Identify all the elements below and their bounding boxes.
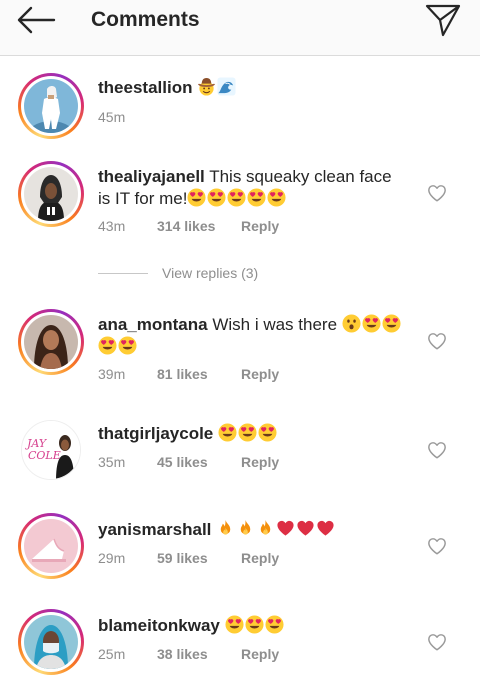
heart-eyes-emoji	[265, 615, 284, 634]
avatar[interactable]: JAY COLE	[21, 420, 81, 480]
heart-eyes-emoji	[238, 423, 257, 442]
heart-outline-icon[interactable]	[427, 537, 447, 555]
comment-username[interactable]: yanismarshall	[98, 520, 211, 539]
paper-plane-icon	[425, 4, 461, 37]
comment-text: Wish i was there	[212, 315, 338, 334]
avatar[interactable]	[18, 309, 84, 375]
emoji-group	[216, 520, 336, 539]
heart-eyes-emoji	[245, 615, 264, 634]
heart-eyes-emoji	[267, 188, 286, 207]
view-replies-label: View replies (3)	[162, 265, 259, 281]
heart-eyes-emoji	[218, 423, 237, 442]
heart-outline-icon[interactable]	[427, 633, 447, 651]
avatar[interactable]	[18, 161, 84, 227]
comment-meta: 35m 45 likes Reply	[98, 454, 279, 470]
comment-likes[interactable]: 59 likes	[157, 550, 241, 566]
comment-likes[interactable]: 314 likes	[157, 218, 241, 234]
emoji-group	[218, 424, 278, 443]
reply-button[interactable]: Reply	[241, 218, 279, 234]
comment-time: 35m	[98, 454, 126, 470]
comment-time: 45m	[98, 109, 126, 125]
comment-likes[interactable]: 38 likes	[157, 646, 241, 662]
heart-eyes-emoji	[187, 188, 206, 207]
heart-eyes-emoji	[225, 615, 244, 634]
comment-body: blameitonkway	[98, 615, 408, 637]
comment-username[interactable]: thealiyajanell	[98, 167, 205, 186]
hushed-face-emoji	[342, 314, 361, 333]
red-heart-emoji	[296, 519, 315, 538]
comment-time: 25m	[98, 646, 126, 662]
comment-body: yanismarshall	[98, 519, 408, 541]
back-arrow-icon	[17, 6, 56, 34]
comments-header: Comments	[0, 0, 480, 56]
fire-emoji	[236, 519, 255, 538]
avatar[interactable]	[18, 513, 84, 579]
comment-body: theestallion	[98, 77, 408, 99]
comment-time: 29m	[98, 550, 126, 566]
comment-username[interactable]: ana_montana	[98, 315, 208, 334]
red-heart-emoji	[276, 519, 295, 538]
heart-eyes-emoji	[207, 188, 226, 207]
reply-button[interactable]: Reply	[241, 454, 279, 470]
heart-eyes-emoji	[227, 188, 246, 207]
comment-item: blameitonkway 25m 38 likes Reply	[0, 609, 480, 681]
comment-meta: 29m 59 likes Reply	[98, 550, 279, 566]
avatar-signature: COLE	[28, 449, 61, 462]
heart-eyes-emoji	[98, 336, 117, 355]
back-button[interactable]	[14, 4, 58, 36]
heart-eyes-emoji	[382, 314, 401, 333]
red-heart-emoji	[316, 519, 335, 538]
avatar[interactable]	[18, 609, 84, 675]
reply-button[interactable]: Reply	[241, 366, 279, 382]
heart-outline-icon[interactable]	[427, 332, 447, 350]
share-button[interactable]	[424, 2, 462, 38]
comment-item: JAY COLE thatgirljaycole 35m 45 likes Re…	[0, 417, 480, 489]
reply-button[interactable]: Reply	[241, 646, 279, 662]
comment-meta: 43m 314 likes Reply	[98, 218, 279, 234]
fire-emoji	[256, 519, 275, 538]
comment-meta: 45m	[98, 109, 157, 125]
comment-meta: 39m 81 likes Reply	[98, 366, 279, 382]
comment-time: 39m	[98, 366, 126, 382]
emoji-group	[197, 78, 237, 97]
comment-likes[interactable]: 45 likes	[157, 454, 241, 470]
heart-eyes-emoji	[362, 314, 381, 333]
comment-body: ana_montana Wish i was there	[98, 314, 408, 358]
divider	[98, 272, 148, 274]
avatar[interactable]	[18, 73, 84, 139]
view-replies-button[interactable]: View replies (3)	[98, 265, 258, 281]
heart-eyes-emoji	[258, 423, 277, 442]
heart-eyes-emoji	[247, 188, 266, 207]
page-title: Comments	[91, 8, 200, 31]
heart-eyes-emoji	[118, 336, 137, 355]
emoji-group	[225, 616, 285, 635]
emoji-group	[187, 189, 287, 208]
comment-body: thatgirljaycole	[98, 423, 408, 445]
comment-item: ana_montana Wish i was there 39m 81 like…	[0, 309, 480, 399]
fire-emoji	[216, 519, 235, 538]
cowboy-face-emoji	[197, 77, 216, 96]
comment-time: 43m	[98, 218, 126, 234]
comment-username[interactable]: theestallion	[98, 78, 192, 97]
heart-outline-icon[interactable]	[427, 184, 447, 202]
water-wave-emoji	[217, 77, 236, 96]
comment-username[interactable]: thatgirljaycole	[98, 424, 213, 443]
comment-caption: theestallion 45m	[0, 73, 480, 143]
heart-outline-icon[interactable]	[427, 441, 447, 459]
comment-meta: 25m 38 likes Reply	[98, 646, 279, 662]
comment-likes[interactable]: 81 likes	[157, 366, 241, 382]
comment-body: thealiyajanell This squeaky clean face i…	[98, 166, 408, 210]
comment-item: thealiyajanell This squeaky clean face i…	[0, 161, 480, 251]
reply-button[interactable]: Reply	[241, 550, 279, 566]
comment-item: yanismarshall 29m 59 likes Reply	[0, 513, 480, 585]
comment-username[interactable]: blameitonkway	[98, 616, 220, 635]
